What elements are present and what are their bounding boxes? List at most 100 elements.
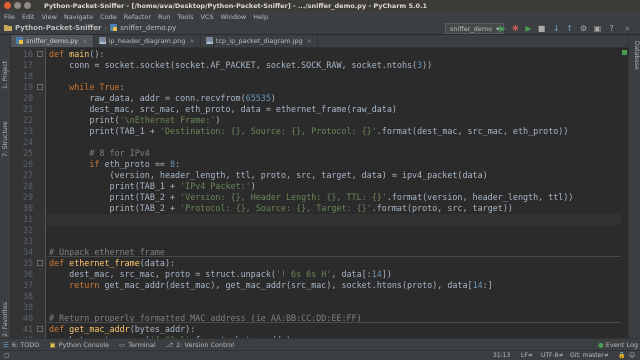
favorites-tool-tab[interactable]: 2: Favorites	[2, 302, 9, 337]
code-line[interactable]: dest_mac, src_mac, proto = struct.unpack…	[47, 269, 628, 280]
code-line[interactable]: def get_mac_addr(bytes_addr):	[47, 324, 628, 335]
fold-toggle-icon[interactable]	[37, 326, 43, 332]
code-line[interactable]: print(TAB_1 + 'Destination: {}, Source: …	[47, 126, 628, 137]
python-file-icon	[110, 23, 118, 33]
event-log-tool-tab[interactable]: ● Event Log	[598, 341, 638, 349]
run-icon[interactable]: ▶	[497, 23, 508, 34]
menu-tools[interactable]: Tools	[177, 13, 193, 21]
breadcrumb-file[interactable]: sniffer_demo.py	[110, 23, 176, 33]
menu-run[interactable]: Run	[158, 13, 170, 21]
fold-toggle-icon[interactable]	[37, 84, 43, 90]
menu-file[interactable]: File	[4, 13, 15, 21]
close-icon[interactable]: ×	[189, 37, 194, 45]
code-area[interactable]: def main(): conn = socket.socket(socket.…	[47, 48, 628, 338]
debug-icon[interactable]: ✱	[510, 23, 521, 34]
code-line[interactable]: return get_mac_addr(dest_mac), get_mac_a…	[47, 280, 628, 291]
coverage-icon[interactable]: ▶	[523, 23, 534, 34]
vcs-commit-icon[interactable]: ↑	[564, 23, 575, 34]
code-token: 'Protocol: {}, Source: {}, Target: {}'	[180, 203, 372, 213]
python-console-tool-tab[interactable]: ▣ Python Console	[49, 341, 109, 349]
code-line[interactable]	[47, 71, 628, 82]
stop-icon[interactable]: ■	[536, 23, 547, 34]
breadcrumb-separator: ›	[104, 24, 108, 32]
code-line[interactable]: if eth_proto == 8:	[47, 159, 628, 170]
code-line[interactable]	[47, 137, 628, 148]
close-icon[interactable]: ×	[82, 37, 87, 45]
python-file-icon	[16, 36, 23, 46]
database-tool-tab[interactable]: Database	[633, 41, 640, 70]
inspector-icon[interactable]: ☺	[629, 352, 635, 359]
minimize-window-button[interactable]	[14, 2, 21, 9]
tab-sniffer-demo[interactable]: sniffer_demo.py ×	[11, 35, 94, 47]
git-branch[interactable]: Git: master≠	[570, 352, 609, 359]
code-line[interactable]: # 8 for IPv4	[47, 148, 628, 159]
code-line[interactable]: def main():	[47, 49, 628, 60]
menu-vcs[interactable]: VCS	[200, 13, 213, 21]
code-line[interactable]: print(TAB_2 + 'Version: {}, Header Lengt…	[47, 192, 628, 203]
code-line[interactable]: print('\nEthernet Frame:')	[47, 115, 628, 126]
line-number: 27	[22, 170, 33, 180]
menu-refactor[interactable]: Refactor	[124, 13, 151, 21]
inspection-ok-icon[interactable]	[622, 50, 627, 55]
code-line[interactable]: print(TAB_2 + 'Protocol: {}, Source: {},…	[47, 203, 628, 214]
fold-toggle-icon[interactable]	[37, 260, 43, 266]
code-token: '! 6s 6s H'	[275, 269, 332, 279]
code-token: ():	[89, 49, 105, 59]
run-config-select[interactable]: sniffer_demo ▾	[445, 23, 505, 34]
caret-position[interactable]: 31:13	[493, 352, 510, 359]
menu-window[interactable]: Window	[221, 13, 247, 21]
file-encoding[interactable]: UTF-8≠	[541, 352, 564, 359]
menu-edit[interactable]: Edit	[22, 13, 35, 21]
version-control-tool-tab[interactable]: ⎇ 2: Version Control	[166, 341, 234, 349]
todo-tool-tab[interactable]: ☰ 6: TODO	[3, 341, 39, 349]
error-stripe[interactable]	[621, 48, 628, 338]
lock-icon[interactable]: 🔒	[618, 352, 625, 359]
code-line[interactable]	[47, 236, 628, 247]
structure-tool-tab[interactable]: 7: Structure	[2, 121, 9, 157]
code-line[interactable]: while True:	[47, 82, 628, 93]
code-line[interactable]: def ethernet_frame(data):	[47, 258, 628, 269]
line-number: 33	[22, 236, 33, 246]
line-number-gutter[interactable]: 16 17 18 19 20 21 22 23 24 25 26 27 28 29 30 31 32 33 34 35…	[11, 48, 46, 338]
close-window-button[interactable]	[4, 2, 11, 9]
help-icon[interactable]: ?	[606, 23, 617, 34]
tab-tcp-ip-packet-diagram[interactable]: tcp_ip_packet_diagram.jpg ×	[201, 35, 319, 47]
toggle-tool-windows-icon[interactable]: ▢	[4, 352, 10, 359]
code-line[interactable]	[47, 302, 628, 313]
menu-view[interactable]: View	[41, 13, 56, 21]
breadcrumb-project[interactable]: Python-Packet-Sniffer	[4, 24, 101, 33]
todo-label: 6: TODO	[11, 340, 40, 349]
left-tool-strip: 1: Project 7: Structure 2: Favorites	[0, 35, 11, 338]
menu-navigate[interactable]: Navigate	[64, 13, 93, 21]
code-line[interactable]	[47, 214, 628, 225]
code-line[interactable]	[47, 291, 628, 302]
terminal-tool-tab[interactable]: ▭ Terminal	[119, 341, 156, 349]
vcs-update-icon[interactable]: ↓	[551, 23, 562, 34]
menu-code[interactable]: Code	[100, 13, 117, 21]
line-number: 34	[22, 247, 33, 257]
fold-toggle-icon[interactable]	[37, 51, 43, 57]
project-tool-tab[interactable]: 1: Project	[2, 61, 9, 89]
maximize-window-button[interactable]	[24, 2, 31, 9]
sdk-manager-icon[interactable]: ▣	[592, 23, 603, 34]
code-token: (data):	[139, 258, 176, 268]
menu-help[interactable]: Help	[253, 13, 268, 21]
code-line[interactable]: dest_mac, src_mac, eth_proto, data = eth…	[47, 104, 628, 115]
tab-ip-header-diagram[interactable]: ip_header_diagram.png ×	[94, 35, 201, 47]
line-separator[interactable]: LF≠	[521, 352, 533, 359]
tool-window-bar: ☰ 6: TODO ▣ Python Console ▭ Terminal ⎇ …	[0, 338, 640, 350]
code-line[interactable]: conn = socket.socket(socket.AF_PACKET, s…	[47, 60, 628, 71]
code-line[interactable]: print(TAB_1 + 'IPv4 Packet:')	[47, 181, 628, 192]
search-icon[interactable]: ⌕	[622, 23, 633, 34]
line-number: 31	[22, 214, 33, 224]
code-line[interactable]: (version, header_length, ttl, proto, src…	[47, 170, 628, 181]
code-token: 'Destination: {}, Source: {}, Protocol: …	[159, 126, 377, 136]
close-icon[interactable]: ×	[307, 37, 312, 45]
code-editor[interactable]: 16 17 18 19 20 21 22 23 24 25 26 27 28 29 30 31 32 33 34 35…	[11, 48, 628, 338]
settings-icon[interactable]: ⚙	[578, 23, 589, 34]
line-number: 24	[22, 137, 33, 147]
code-line[interactable]: raw_data, addr = conn.recvfrom(65535)	[47, 93, 628, 104]
code-line[interactable]	[47, 225, 628, 236]
code-text: def ethernet_frame(data):	[49, 258, 175, 269]
line-number: 32	[22, 225, 33, 235]
